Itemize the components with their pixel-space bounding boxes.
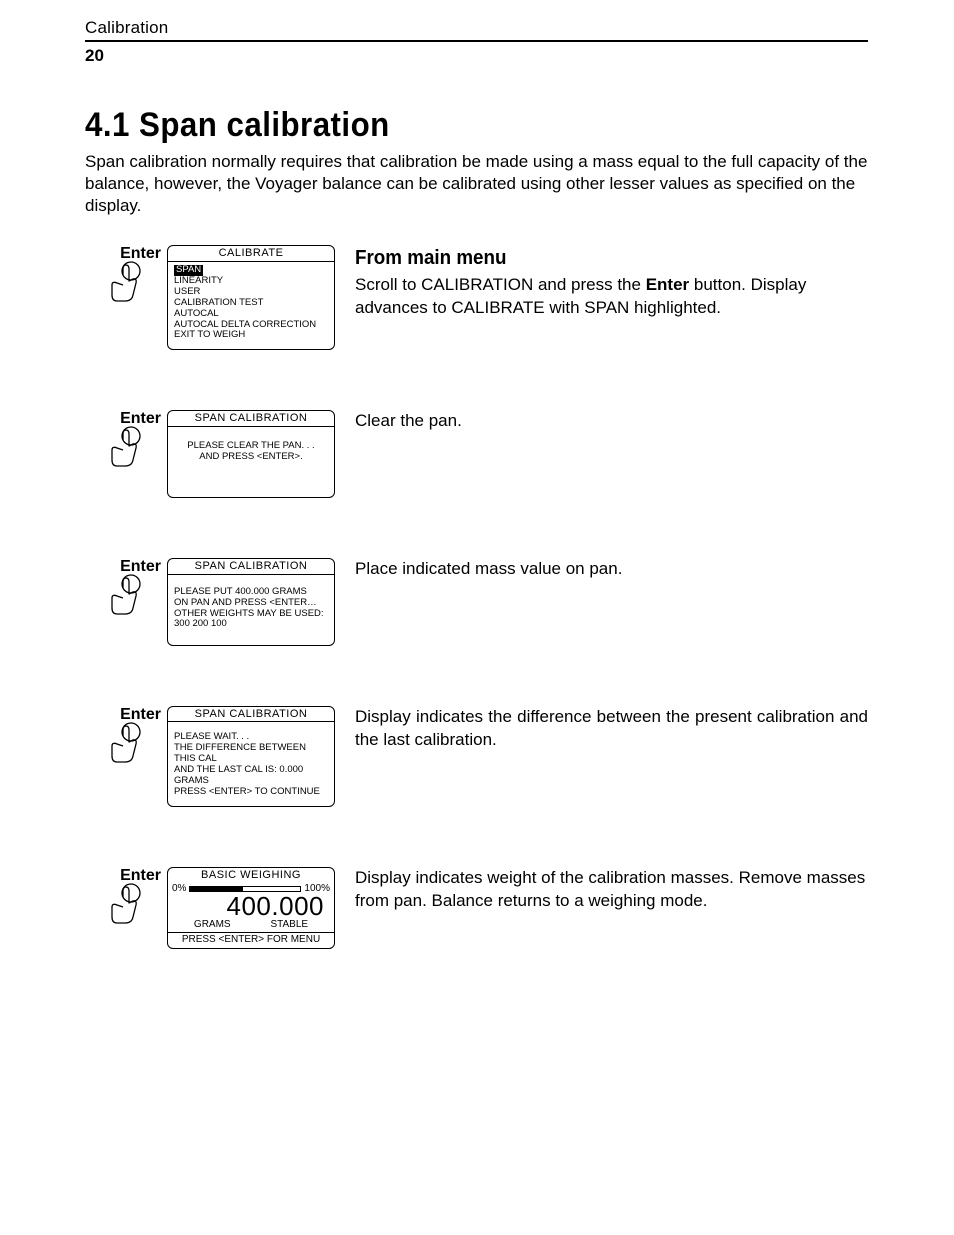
lcd-line: PLEASE PUT 400.000 GRAMS [174, 586, 307, 597]
lcd-line: AUTOCAL [174, 308, 219, 319]
lcd-title: SPAN CALIBRATION [168, 559, 334, 575]
enter-button-diagram: Enter [85, 867, 165, 927]
lcd-body: PLEASE CLEAR THE PAN. . . AND PRESS <ENT… [168, 427, 334, 497]
step-explanation: Clear the pan. [355, 410, 868, 433]
lcd-screen: BASIC WEIGHING 0% 100% 400.000 GRAMS STA… [167, 867, 335, 949]
page-number: 20 [85, 46, 868, 66]
lcd-line: LINEARITY [174, 275, 223, 286]
lcd-status: STABLE [270, 919, 308, 931]
header-rule: Calibration [85, 18, 868, 42]
lcd-screen: SPAN CALIBRATION PLEASE WAIT. . . THE DI… [167, 706, 335, 807]
lcd-line: CALIBRATION TEST [174, 297, 263, 308]
lcd-screen: SPAN CALIBRATION PLEASE CLEAR THE PAN. .… [167, 410, 335, 498]
enter-bold: Enter [646, 275, 689, 294]
lcd-title: BASIC WEIGHING [168, 868, 334, 883]
lcd-body: PLEASE WAIT. . . THE DIFFERENCE BETWEEN … [168, 722, 334, 806]
lcd-title: CALIBRATE [168, 246, 334, 262]
press-finger-icon [103, 574, 147, 618]
press-finger-icon [103, 426, 147, 470]
step-row: Enter SPAN CALIBRATION PLEASE WAIT. . . … [85, 706, 868, 807]
lcd-pct-left: 0% [172, 883, 186, 895]
header-section-label: Calibration [85, 18, 168, 37]
press-finger-icon [103, 261, 147, 305]
lcd-units: GRAMS [194, 919, 231, 931]
lcd-line: AUTOCAL DELTA CORRECTION [174, 319, 316, 330]
step-row: Enter SPAN CALIBRATION PLEASE PUT 400.00… [85, 558, 868, 646]
lcd-line: PRESS <ENTER> TO CONTINUE [174, 786, 320, 797]
step-text-part: Scroll to CALIBRATION and press the [355, 275, 646, 294]
step-explanation: From main menu Scroll to CALIBRATION and… [355, 245, 868, 320]
step-explanation: Place indicated mass value on pan. [355, 558, 868, 581]
step-explanation: Display indicates weight of the calibrat… [355, 867, 868, 913]
enter-button-diagram: Enter [85, 245, 165, 305]
lcd-line: 300 200 100 [174, 618, 227, 629]
lcd-weight-value: 400.000 [168, 893, 334, 919]
step-row: Enter BASIC WEIGHING 0% 100% 400.000 GRA… [85, 867, 868, 949]
lcd-title: SPAN CALIBRATION [168, 411, 334, 427]
lcd-bar-fill [190, 887, 243, 891]
lcd-line: ON PAN AND PRESS <ENTER… [174, 597, 317, 608]
page: Calibration 20 4.1 Span calibration Span… [0, 0, 954, 1235]
lcd-body: PLEASE PUT 400.000 GRAMS ON PAN AND PRES… [168, 575, 334, 645]
section-title: 4.1 Span calibration [85, 106, 805, 145]
lcd-screen: CALIBRATE SPAN LINEARITY USER CALIBRATIO… [167, 245, 335, 350]
lcd-screen: SPAN CALIBRATION PLEASE PUT 400.000 GRAM… [167, 558, 335, 646]
lcd-line: PLEASE CLEAR THE PAN. . . [187, 440, 314, 451]
lcd-title: SPAN CALIBRATION [168, 707, 334, 723]
lcd-line: PLEASE WAIT. . . [174, 731, 249, 742]
step-row: Enter CALIBRATE SPAN LINEARITY USER CALI… [85, 245, 868, 350]
step-row: Enter SPAN CALIBRATION PLEASE CLEAR THE … [85, 410, 868, 498]
press-finger-icon [103, 722, 147, 766]
lcd-units-row: GRAMS STABLE [168, 919, 334, 934]
lcd-line: AND THE LAST CAL IS: 0.000 GRAMS [174, 764, 303, 786]
lcd-footer: PRESS <ENTER> FOR MENU [168, 933, 334, 948]
step-explanation: Display indicates the difference between… [355, 706, 868, 752]
lcd-line: EXIT TO WEIGH [174, 329, 245, 340]
lcd-bar-track [189, 886, 301, 892]
lcd-line: USER [174, 286, 200, 297]
lcd-line: AND PRESS <ENTER>. [199, 451, 302, 462]
lcd-line: OTHER WEIGHTS MAY BE USED: [174, 608, 324, 619]
enter-button-diagram: Enter [85, 410, 165, 470]
enter-button-diagram: Enter [85, 558, 165, 618]
lcd-line: THE DIFFERENCE BETWEEN THIS CAL [174, 742, 306, 764]
section-intro: Span calibration normally requires that … [85, 151, 868, 217]
lcd-body: SPAN LINEARITY USER CALIBRATION TEST AUT… [168, 262, 334, 349]
step-subhead: From main menu [355, 245, 837, 272]
enter-button-diagram: Enter [85, 706, 165, 766]
press-finger-icon [103, 883, 147, 927]
